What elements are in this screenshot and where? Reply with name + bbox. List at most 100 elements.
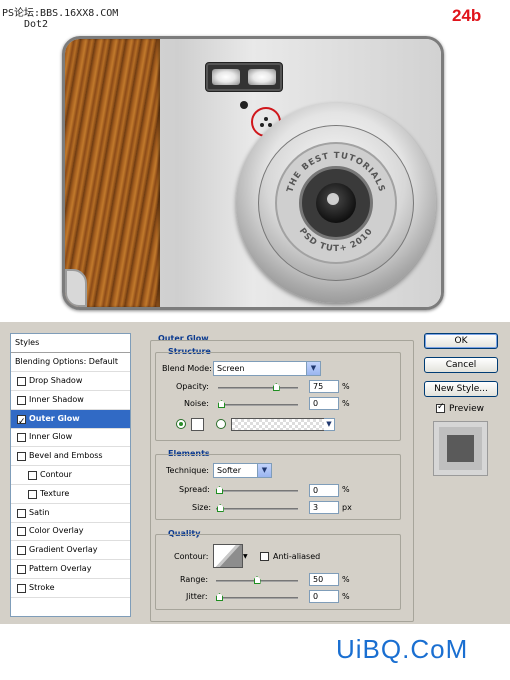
style-item-bevel-and-emboss[interactable]: Bevel and Emboss bbox=[11, 447, 130, 467]
new-style-button[interactable]: New Style... bbox=[424, 381, 498, 397]
style-item-checkbox[interactable] bbox=[17, 527, 26, 537]
opacity-slider[interactable] bbox=[218, 383, 298, 391]
style-item-gradient-overlay[interactable]: Gradient Overlay bbox=[11, 541, 130, 561]
spread-label: Spread: bbox=[179, 485, 210, 494]
style-item-label: Bevel and Emboss bbox=[29, 451, 103, 461]
preview-label: Preview bbox=[449, 404, 485, 414]
footer-logo: UiBQ.CoM bbox=[336, 634, 469, 664]
preview-checkbox[interactable] bbox=[436, 402, 445, 413]
preview-thumbnail bbox=[433, 421, 488, 476]
style-item-label: Texture bbox=[40, 488, 70, 498]
style-item-satin[interactable]: Satin bbox=[11, 504, 130, 523]
glow-gradient-swatch[interactable] bbox=[231, 418, 325, 431]
noise-input[interactable]: 0 bbox=[309, 397, 339, 410]
style-item-checkbox[interactable] bbox=[28, 489, 37, 499]
technique-value: Softer bbox=[217, 466, 241, 475]
style-item-checkbox[interactable] bbox=[17, 413, 26, 428]
watermark-sub: Dot2 bbox=[24, 19, 49, 30]
contour-dropdown[interactable]: ▼ bbox=[243, 552, 250, 562]
contour-curve-icon bbox=[215, 545, 242, 567]
solid-color-radio[interactable] bbox=[176, 419, 186, 429]
gradient-radio[interactable] bbox=[216, 419, 226, 429]
style-item-color-overlay[interactable]: Color Overlay bbox=[11, 522, 130, 542]
technique-label: Technique: bbox=[166, 466, 209, 475]
size-input[interactable]: 3 bbox=[309, 501, 339, 514]
style-item-label: Contour bbox=[40, 470, 72, 479]
watermark-text: PS论坛:BBS.16XX8.COM Dot2 bbox=[2, 4, 118, 30]
cancel-button[interactable]: Cancel bbox=[424, 357, 498, 373]
flash-bulb-left bbox=[212, 69, 240, 85]
range-slider[interactable] bbox=[216, 576, 298, 584]
style-item-label: Gradient Overlay bbox=[29, 545, 98, 555]
lens-glint bbox=[327, 193, 339, 205]
jitter-input[interactable]: 0 bbox=[309, 590, 339, 603]
glow-color-swatch[interactable] bbox=[191, 418, 204, 431]
size-label: Size: bbox=[192, 503, 212, 512]
technique-select[interactable]: Softer ▼ bbox=[213, 463, 272, 478]
style-item-label: Drop Shadow bbox=[29, 376, 83, 385]
size-unit: px bbox=[342, 503, 352, 512]
ok-button[interactable]: OK bbox=[424, 333, 498, 349]
style-item-stroke[interactable]: Stroke bbox=[11, 579, 130, 598]
contour-picker[interactable] bbox=[213, 544, 243, 568]
style-item-label: Outer Glow bbox=[29, 413, 80, 423]
style-item-checkbox[interactable] bbox=[17, 565, 26, 574]
style-item-checkbox[interactable] bbox=[17, 546, 26, 556]
size-slider[interactable] bbox=[216, 504, 298, 512]
spread-unit: % bbox=[342, 485, 350, 494]
style-item-checkbox[interactable] bbox=[17, 452, 26, 462]
style-item-texture[interactable]: Texture bbox=[11, 485, 130, 504]
preview-swatch bbox=[447, 435, 474, 462]
spread-input[interactable]: 0 bbox=[309, 484, 339, 497]
style-item-checkbox[interactable] bbox=[17, 377, 26, 386]
style-item-checkbox[interactable] bbox=[17, 395, 26, 405]
microphone-dot bbox=[240, 101, 248, 109]
style-item-checkbox[interactable] bbox=[28, 471, 37, 480]
style-item-label: Inner Glow bbox=[29, 432, 73, 442]
speaker-hole bbox=[260, 123, 264, 127]
gradient-dropdown[interactable]: ▼ bbox=[324, 418, 335, 431]
style-item-drop-shadow[interactable]: Drop Shadow bbox=[11, 372, 130, 391]
chevron-down-icon: ▼ bbox=[324, 419, 334, 430]
jitter-unit: % bbox=[342, 592, 350, 601]
chevron-down-icon: ▼ bbox=[306, 362, 320, 375]
jitter-label: Jitter: bbox=[186, 592, 208, 601]
range-input[interactable]: 50 bbox=[309, 573, 339, 586]
anti-aliased-checkbox[interactable] bbox=[260, 552, 269, 561]
blending-options-item[interactable]: Blending Options: Default bbox=[11, 353, 130, 372]
flash-bulb-right bbox=[248, 69, 276, 85]
style-item-outer-glow[interactable]: Outer Glow bbox=[11, 409, 130, 429]
anti-aliased-label: Anti-aliased bbox=[273, 552, 321, 561]
step-label: 24b bbox=[452, 6, 482, 25]
style-item-inner-glow[interactable]: Inner Glow bbox=[11, 428, 130, 448]
range-unit: % bbox=[342, 575, 350, 584]
style-item-label: Pattern Overlay bbox=[29, 564, 92, 573]
opacity-label: Opacity: bbox=[176, 382, 209, 391]
style-item-label: Stroke bbox=[29, 582, 55, 592]
speaker-hole bbox=[264, 117, 268, 121]
jitter-slider[interactable] bbox=[216, 593, 298, 601]
noise-label: Noise: bbox=[184, 399, 209, 408]
style-item-checkbox[interactable] bbox=[17, 583, 26, 593]
style-item-checkbox[interactable] bbox=[17, 508, 26, 518]
blend-mode-value: Screen bbox=[217, 364, 245, 373]
wood-grip-corner bbox=[65, 269, 87, 307]
root: PS论坛:BBS.16XX8.COM Dot2 24b THE BEST TUT… bbox=[0, 0, 510, 680]
opacity-input[interactable]: 75 bbox=[309, 380, 339, 393]
blend-mode-label: Blend Mode: bbox=[162, 364, 212, 373]
flash-window bbox=[205, 62, 283, 92]
spread-slider[interactable] bbox=[216, 486, 298, 494]
style-item-label: Satin bbox=[29, 507, 50, 517]
blend-mode-select[interactable]: Screen ▼ bbox=[213, 361, 321, 376]
styles-header[interactable]: Styles bbox=[11, 334, 130, 353]
styles-list: Styles Blending Options: Default Drop Sh… bbox=[10, 333, 131, 617]
noise-unit: % bbox=[342, 399, 350, 408]
style-item-inner-shadow[interactable]: Inner Shadow bbox=[11, 391, 130, 410]
camera-illustration: THE BEST TUTORIALS PSD TUT+ 2010 bbox=[62, 36, 444, 310]
style-item-contour[interactable]: Contour bbox=[11, 466, 130, 485]
noise-slider[interactable] bbox=[218, 400, 298, 408]
style-item-checkbox[interactable] bbox=[17, 433, 26, 443]
style-item-pattern-overlay[interactable]: Pattern Overlay bbox=[11, 560, 130, 579]
contour-label: Contour: bbox=[174, 552, 209, 561]
range-label: Range: bbox=[180, 575, 209, 584]
